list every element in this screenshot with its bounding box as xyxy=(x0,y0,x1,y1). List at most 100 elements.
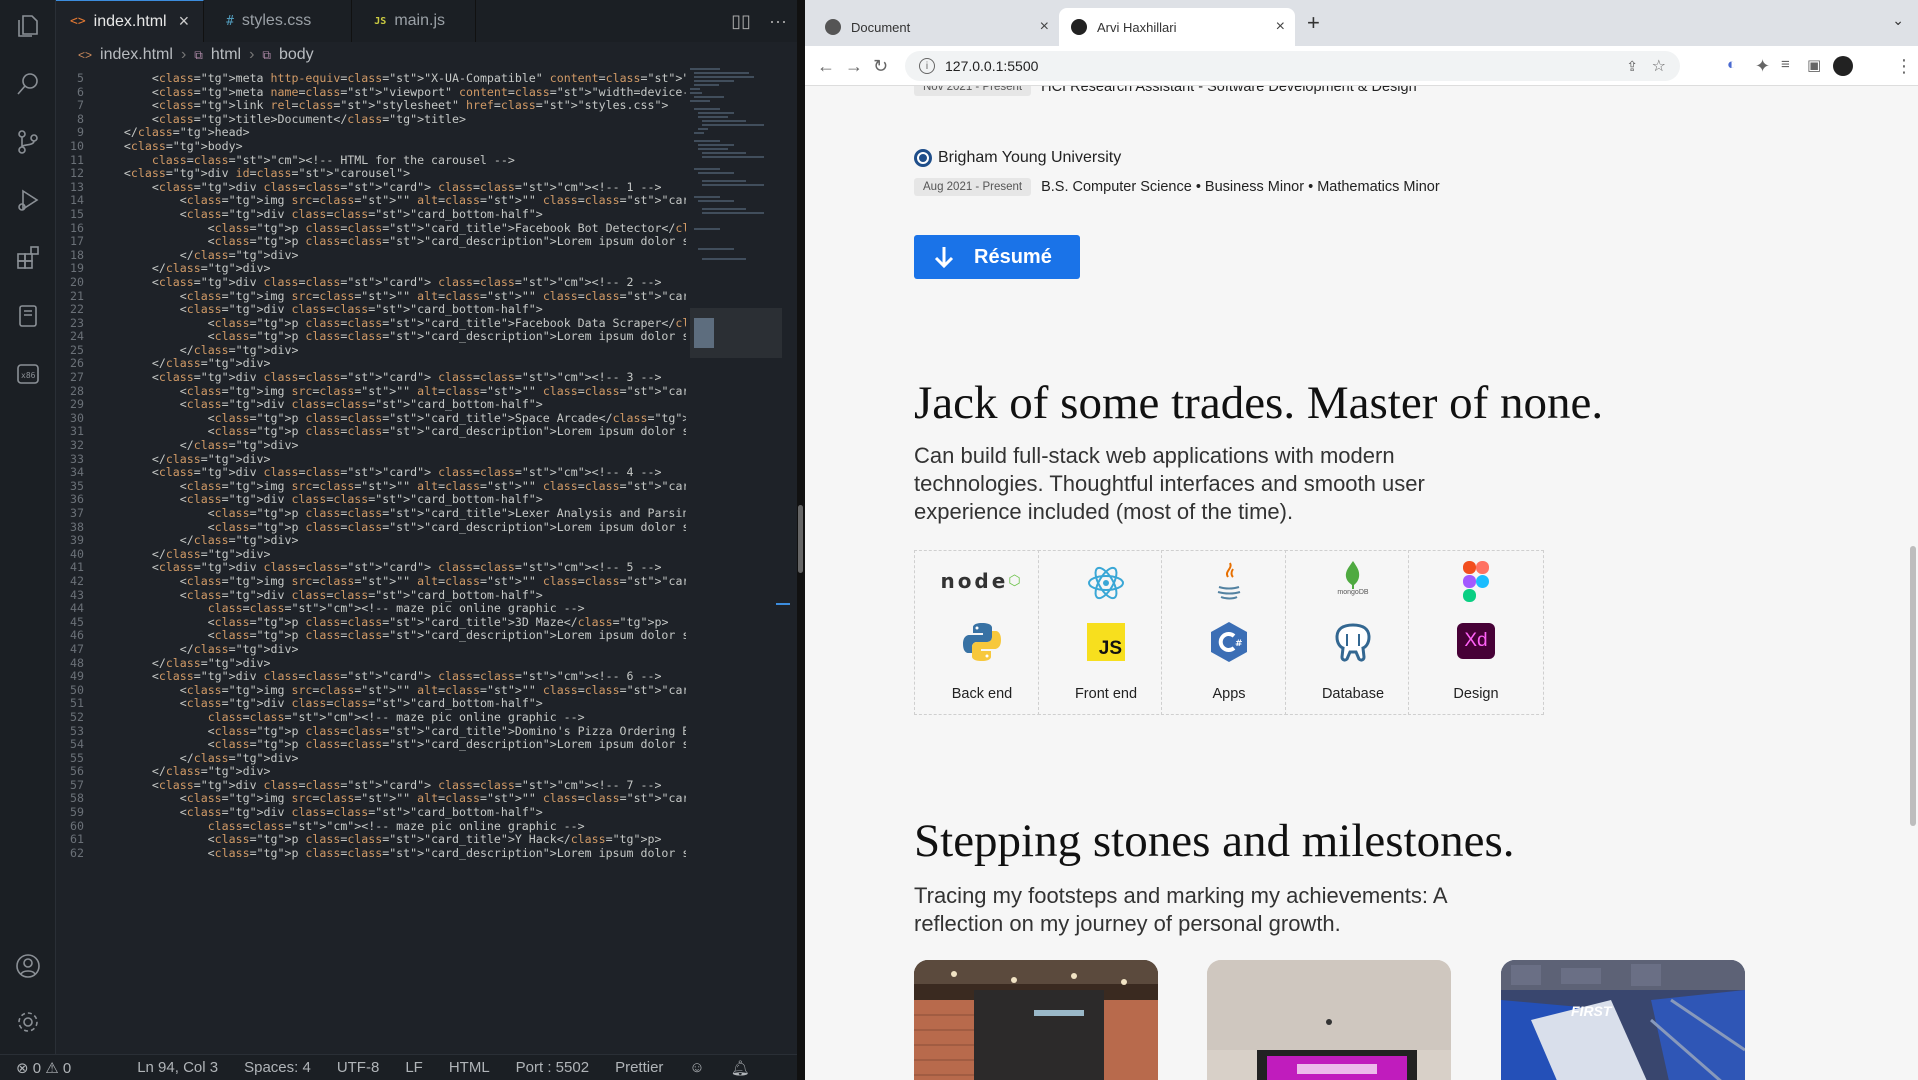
code-line[interactable]: 21 <class="tg">img src=class="st">"" alt… xyxy=(56,289,686,304)
code-line[interactable]: 11 class=class="st">"cm"><!-- HTML for t… xyxy=(56,153,686,168)
bookmark-star-icon[interactable]: ☆ xyxy=(1652,56,1666,76)
editor-scrollbar[interactable] xyxy=(776,68,794,1053)
breadcrumb-file[interactable]: index.html xyxy=(100,46,173,64)
language-mode[interactable]: HTML xyxy=(449,1059,490,1076)
tab-search-chevron-icon[interactable]: ⌄ xyxy=(1892,12,1904,29)
x86-icon[interactable]: x86 xyxy=(12,358,44,390)
minimap[interactable] xyxy=(690,68,782,368)
browser-tab-arvi-haxhillari[interactable]: Arvi Haxhillari × xyxy=(1059,8,1295,46)
milestone-photo-1[interactable] xyxy=(914,960,1158,1080)
code-line[interactable]: 59 <class="tg">div class=class="st">"car… xyxy=(56,805,686,820)
code-line[interactable]: 54 <class="tg">p class=class="st">"card_… xyxy=(56,737,686,752)
code-line[interactable]: 10 <class="tg">body> xyxy=(56,139,686,154)
code-editor[interactable]: 5 <class="tg">meta http-equiv=class="st"… xyxy=(56,72,686,1052)
code-line[interactable]: 36 <class="tg">div class=class="st">"car… xyxy=(56,493,686,507)
code-line[interactable]: 15 <class="tg">div class=class="st">"car… xyxy=(56,207,686,222)
tab-styles-css[interactable]: # styles.css xyxy=(204,0,353,42)
code-line[interactable]: 52 class=class="st">"cm"><!-- maze pic o… xyxy=(56,710,686,725)
breadcrumb-body[interactable]: body xyxy=(279,46,314,64)
code-line[interactable]: 53 <class="tg">p class=class="st">"card_… xyxy=(56,724,686,739)
skill-card-design[interactable]: Xd Design xyxy=(1408,550,1544,715)
code-line[interactable]: 38 <class="tg">p class=class="st">"card_… xyxy=(56,520,686,535)
code-line[interactable]: 55 </class="tg">div> xyxy=(56,751,686,766)
skill-card-database[interactable]: mongoDB Database xyxy=(1285,550,1421,715)
feedback-icon[interactable]: ☺ xyxy=(689,1059,704,1076)
new-tab-button[interactable]: + xyxy=(1307,10,1320,36)
code-line[interactable]: 57 <class="tg">div class=class="st">"car… xyxy=(56,778,686,793)
back-arrow-icon[interactable]: ← xyxy=(817,56,835,77)
code-line[interactable]: 13 <class="tg">div class=class="st">"car… xyxy=(56,180,686,195)
close-tab-icon[interactable]: × xyxy=(1276,18,1285,36)
live-server-port[interactable]: Port : 5502 xyxy=(516,1059,589,1076)
search-icon[interactable] xyxy=(12,68,44,100)
code-line[interactable]: 43 <class="tg">div class=class="st">"car… xyxy=(56,588,686,603)
milestone-photo-2[interactable] xyxy=(1207,960,1451,1080)
skill-card-front-end[interactable]: JS Front end xyxy=(1038,550,1174,715)
breadcrumb-html[interactable]: html xyxy=(211,46,241,64)
code-line[interactable]: 49 <class="tg">div class=class="st">"car… xyxy=(56,669,686,684)
code-line[interactable]: 6 <class="tg">meta name=class="st">"view… xyxy=(56,85,686,100)
code-line[interactable]: 61 <class="tg">p class=class="st">"card_… xyxy=(56,832,686,847)
account-icon[interactable] xyxy=(12,950,44,982)
milestone-photo-3[interactable]: FIRST xyxy=(1501,960,1745,1080)
code-line[interactable]: 39 </class="tg">div> xyxy=(56,533,686,548)
prettier-status[interactable]: Prettier xyxy=(615,1059,663,1076)
code-line[interactable]: 30 <class="tg">p class=class="st">"card_… xyxy=(56,411,686,426)
code-line[interactable]: 33 </class="tg">div> xyxy=(56,452,686,467)
code-line[interactable]: 18 </class="tg">div> xyxy=(56,248,686,263)
code-line[interactable]: 20 <class="tg">div class=class="st">"car… xyxy=(56,275,686,290)
line-ending[interactable]: LF xyxy=(405,1059,423,1076)
profile-avatar[interactable] xyxy=(1833,56,1853,76)
code-line[interactable]: 46 <class="tg">p class=class="st">"card_… xyxy=(56,629,686,643)
code-line[interactable]: 32 </class="tg">div> xyxy=(56,438,686,453)
code-line[interactable]: 27 <class="tg">div class=class="st">"car… xyxy=(56,370,686,385)
skill-card-back-end[interactable]: node ⬡ Back end xyxy=(914,550,1050,715)
forward-arrow-icon[interactable]: → xyxy=(845,56,863,77)
code-line[interactable]: 14 <class="tg">img src=class="st">"" alt… xyxy=(56,194,686,208)
code-line[interactable]: 5 <class="tg">meta http-equiv=class="st"… xyxy=(56,72,686,86)
browser-tab-document[interactable]: Document × xyxy=(813,8,1059,46)
code-line[interactable]: 34 <class="tg">div class=class="st">"car… xyxy=(56,465,686,480)
notebook-icon[interactable] xyxy=(12,300,44,332)
code-line[interactable]: 50 <class="tg">img src=class="st">"" alt… xyxy=(56,683,686,698)
encoding[interactable]: UTF-8 xyxy=(337,1059,380,1076)
code-line[interactable]: 31 <class="tg">p class=class="st">"card_… xyxy=(56,425,686,439)
url-text[interactable]: 127.0.0.1:5500 xyxy=(945,58,1038,74)
extension-icon[interactable]: ◐ xyxy=(1727,56,1736,73)
settings-gear-icon[interactable] xyxy=(12,1006,44,1038)
code-line[interactable]: 26 </class="tg">div> xyxy=(56,357,686,371)
code-line[interactable]: 7 <class="tg">link rel=class="st">"style… xyxy=(56,98,686,113)
close-tab-icon[interactable]: × xyxy=(1040,18,1049,36)
code-line[interactable]: 51 <class="tg">div class=class="st">"car… xyxy=(56,697,686,711)
code-line[interactable]: 19 </class="tg">div> xyxy=(56,262,686,276)
code-line[interactable]: 25 </class="tg">div> xyxy=(56,343,686,358)
code-line[interactable]: 23 <class="tg">p class=class="st">"card_… xyxy=(56,316,686,331)
code-line[interactable]: 28 <class="tg">img src=class="st">"" alt… xyxy=(56,384,686,399)
code-line[interactable]: 40 </class="tg">div> xyxy=(56,547,686,562)
extensions-puzzle-icon[interactable]: ✦ xyxy=(1755,56,1770,77)
source-control-icon[interactable] xyxy=(12,126,44,158)
split-editor-icon[interactable]: ▯▯ xyxy=(731,11,751,32)
cursor-position[interactable]: Ln 94, Col 3 xyxy=(137,1059,218,1076)
code-line[interactable]: 17 <class="tg">p class=class="st">"card_… xyxy=(56,234,686,249)
reload-icon[interactable]: ↻ xyxy=(873,56,888,77)
code-line[interactable]: 16 <class="tg">p class=class="st">"card_… xyxy=(56,221,686,236)
address-bar[interactable]: i 127.0.0.1:5500 ⇪ ☆ xyxy=(905,51,1680,81)
code-line[interactable]: 44 class=class="st">"cm"><!-- maze pic o… xyxy=(56,601,686,616)
code-line[interactable]: 22 <class="tg">div class=class="st">"car… xyxy=(56,302,686,317)
indentation[interactable]: Spaces: 4 xyxy=(244,1059,311,1076)
code-line[interactable]: 47 </class="tg">div> xyxy=(56,642,686,657)
run-debug-icon[interactable] xyxy=(12,184,44,216)
share-icon[interactable]: ⇪ xyxy=(1626,58,1638,75)
code-line[interactable]: 35 <class="tg">img src=class="st">"" alt… xyxy=(56,479,686,494)
code-line[interactable]: 29 <class="tg">div class=class="st">"car… xyxy=(56,397,686,412)
chrome-menu-icon[interactable]: ⋮ xyxy=(1895,56,1913,77)
code-line[interactable]: 60 class=class="st">"cm"><!-- maze pic o… xyxy=(56,819,686,834)
more-actions-icon[interactable]: ··· xyxy=(769,11,787,32)
code-line[interactable]: 56 </class="tg">div> xyxy=(56,764,686,779)
explorer-icon[interactable] xyxy=(12,10,44,42)
code-line[interactable]: 12 <class="tg">div id=class="st">"carous… xyxy=(56,166,686,181)
code-line[interactable]: 41 <class="tg">div class=class="st">"car… xyxy=(56,561,686,575)
resume-download-button[interactable]: Résumé xyxy=(914,235,1080,279)
code-line[interactable]: 37 <class="tg">p class=class="st">"card_… xyxy=(56,506,686,521)
